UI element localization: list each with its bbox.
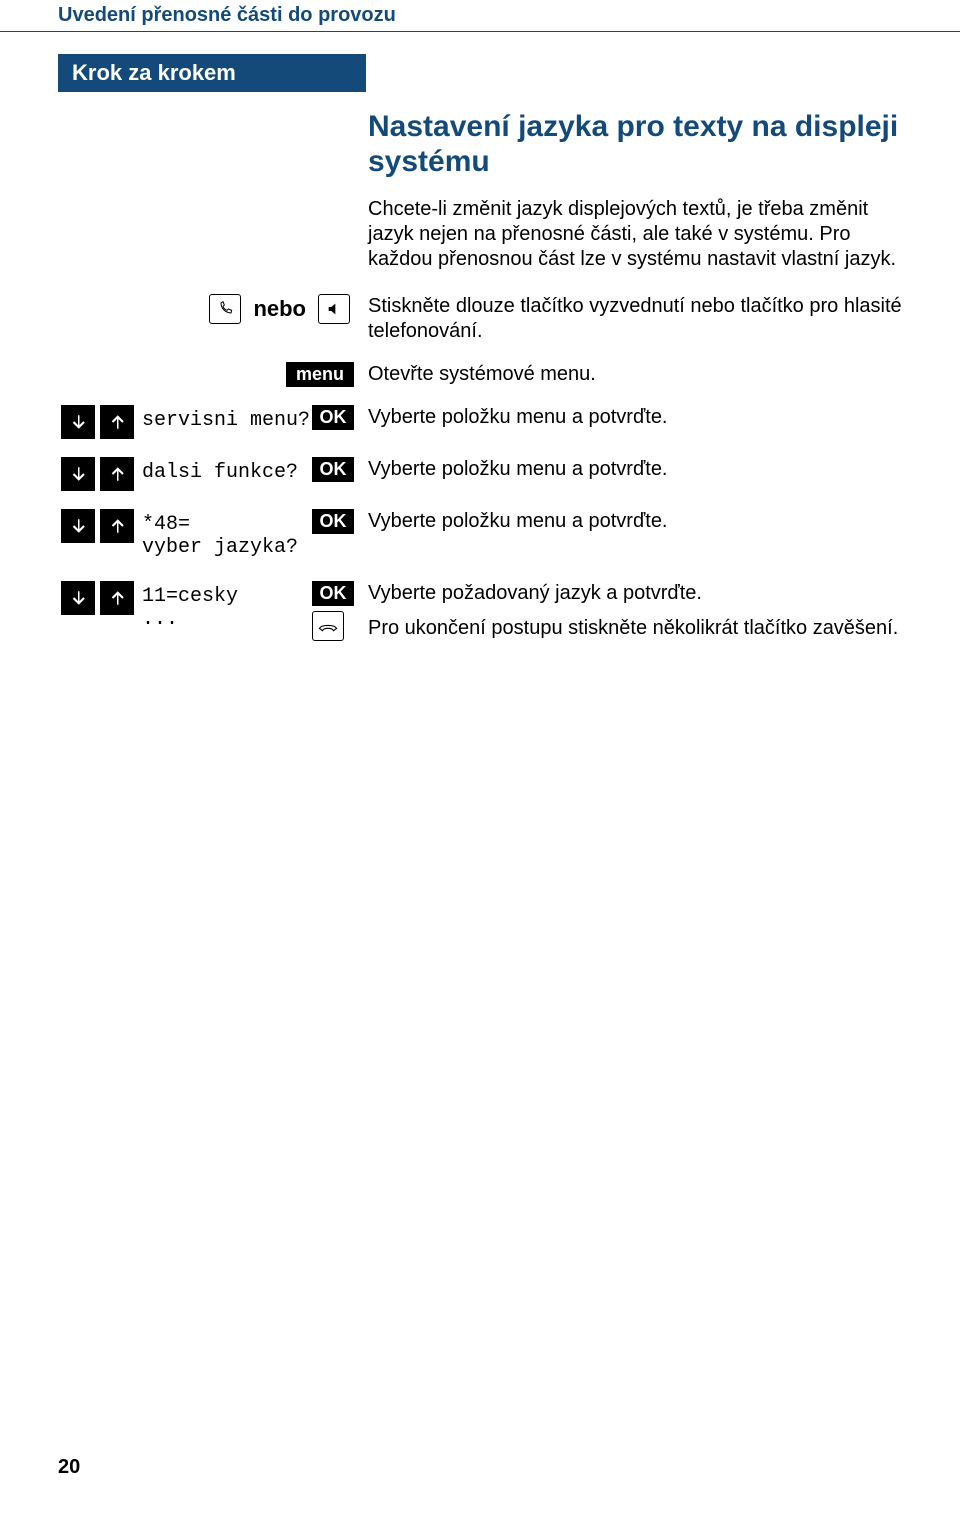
ok-key-label: OK bbox=[312, 581, 354, 606]
hangup-key-icon bbox=[312, 611, 344, 641]
display-line-1: *48= bbox=[142, 513, 312, 536]
speaker-key-icon bbox=[318, 294, 350, 324]
row-menu: menu Otevřte systémové menu. bbox=[58, 362, 902, 387]
page-number: 20 bbox=[58, 1456, 80, 1479]
running-header: Uvedení přenosné části do provozu bbox=[0, 0, 960, 32]
arrow-up-icon bbox=[100, 457, 134, 491]
arrow-down-icon bbox=[61, 457, 95, 491]
talk-key-icon bbox=[209, 294, 241, 324]
arrow-down-icon bbox=[61, 581, 95, 615]
display-text-dalsi-funkce: dalsi funkce? bbox=[142, 457, 312, 488]
row-dalsi-funkce: dalsi funkce? OK Vyberte položku menu a … bbox=[58, 457, 902, 491]
menu-desc: Otevřte systémové menu. bbox=[368, 362, 902, 387]
step-header: Krok za krokem bbox=[58, 54, 366, 92]
arrow-up-icon bbox=[100, 581, 134, 615]
row-cesky: 11=cesky ... OK Vyberte požadovaný jazyk… bbox=[58, 581, 902, 641]
arrow-up-icon bbox=[100, 405, 134, 439]
row-nebo: nebo Stiskněte dlouze tlačítko vyzvednut… bbox=[58, 294, 902, 344]
arrow-down-icon bbox=[61, 405, 95, 439]
row-servisni-menu: servisni menu? OK Vyberte položku menu a… bbox=[58, 405, 902, 439]
ok-key-label: OK bbox=[312, 457, 354, 482]
nebo-desc: Stiskněte dlouze tlačítko vyzvednutí neb… bbox=[368, 294, 902, 344]
arrow-up-icon bbox=[100, 509, 134, 543]
row-vyber-jazyka: *48= vyber jazyka? OK Vyberte položku me… bbox=[58, 509, 902, 563]
intro-paragraph: Chcete-li změnit jazyk displejových text… bbox=[368, 197, 902, 272]
display-line-1: 11=cesky bbox=[142, 585, 312, 608]
display-line-2: vyber jazyka? bbox=[142, 536, 312, 559]
ok-key-label: OK bbox=[312, 405, 354, 430]
display-line-2: ... bbox=[142, 608, 312, 631]
r3-desc: Vyberte položku menu a potvrďte. bbox=[368, 509, 902, 534]
r4-desc2: Pro ukončení postupu stiskněte několikrá… bbox=[368, 616, 902, 641]
r4-desc1: Vyberte požadovaný jazyk a potvrďte. bbox=[368, 581, 902, 606]
display-text-vyber-jazyka: *48= vyber jazyka? bbox=[142, 509, 312, 563]
r1-desc: Vyberte položku menu a potvrďte. bbox=[368, 405, 902, 430]
display-text-servisni-menu: servisni menu? bbox=[142, 405, 312, 436]
r2-desc: Vyberte položku menu a potvrďte. bbox=[368, 457, 902, 482]
nebo-word: nebo bbox=[253, 296, 306, 322]
arrow-down-icon bbox=[61, 509, 95, 543]
display-text-cesky: 11=cesky ... bbox=[142, 581, 312, 635]
menu-key-label: menu bbox=[286, 362, 354, 387]
ok-key-label: OK bbox=[312, 509, 354, 534]
section-title: Nastavení jazyka pro texty na displeji s… bbox=[368, 110, 902, 179]
